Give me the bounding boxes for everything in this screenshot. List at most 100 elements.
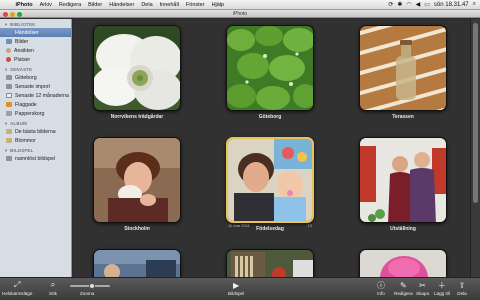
- menu-bilder[interactable]: Bilder: [85, 0, 106, 10]
- menu-arkiv[interactable]: Arkiv: [36, 0, 55, 10]
- event-tile[interactable]: Utställning: [359, 137, 447, 233]
- sidebar-item-last-12-months[interactable]: Senaste 12 månaderna: [0, 91, 71, 100]
- slideshow-button[interactable]: ▶ Bildspel: [228, 280, 245, 297]
- sidebar-item-flowers[interactable]: Blommor: [0, 136, 71, 145]
- close-window-icon[interactable]: [3, 11, 8, 17]
- flag-icon: [6, 102, 12, 107]
- event-tile[interactable]: [226, 249, 314, 277]
- sync-icon[interactable]: ⟳: [388, 1, 393, 8]
- window-titlebar: iPhoto: [0, 10, 480, 18]
- volume-icon[interactable]: ◀: [416, 1, 421, 8]
- fullscreen-label: Helskärmsläge: [2, 291, 33, 296]
- event-tile[interactable]: Norrvikens trädgårdar: [93, 25, 181, 121]
- scrollbar-thumb[interactable]: [473, 23, 478, 203]
- event-tile[interactable]: Födelsedag 11 mar 2011 13: [226, 137, 314, 233]
- menu-extras: ⟳ ✱ ◠ ◀ ▭ sön 18.31.47 ⌕: [388, 1, 480, 8]
- sidebar-item-photos[interactable]: Bilder: [0, 37, 71, 46]
- share-button[interactable]: ⇪ Dela: [457, 280, 467, 297]
- bottom-toolbar: ⤢ Helskärmsläge ⌕ Sök Zooma ▶ Bildspel ⓘ…: [0, 277, 480, 300]
- window-title: iPhoto: [232, 11, 248, 17]
- menu-dela[interactable]: Dela: [138, 0, 156, 10]
- sidebar-item-goteborg[interactable]: Göteborg: [0, 73, 71, 82]
- slideshow-label: Bildspel: [228, 291, 245, 296]
- sidebar-item-trash[interactable]: Papperskorg: [0, 109, 71, 118]
- menu-fonster[interactable]: Fönster: [182, 0, 208, 10]
- event-tile[interactable]: Terassen: [359, 25, 447, 121]
- sidebar-item-faces[interactable]: Ansikten: [0, 46, 71, 55]
- create-button[interactable]: ✂ Skapa: [416, 280, 429, 297]
- grid-scrollbar[interactable]: [470, 19, 480, 277]
- info-label: Info: [377, 291, 385, 296]
- event-thumbnail-selected[interactable]: [226, 137, 314, 223]
- wifi-icon[interactable]: ◠: [406, 1, 411, 8]
- add-to-label: Lägg till: [434, 291, 450, 296]
- edit-button[interactable]: ✎ Redigera: [394, 280, 413, 297]
- bluetooth-icon[interactable]: ✱: [397, 1, 402, 8]
- faces-icon: [6, 48, 11, 53]
- event-thumbnail[interactable]: [359, 249, 447, 277]
- places-icon: [6, 57, 11, 62]
- sidebar-section-recent[interactable]: ▼ SENASTE: [0, 64, 71, 73]
- event-title: Göteborg: [258, 114, 282, 120]
- disclosure-triangle-icon[interactable]: ▼: [4, 121, 8, 126]
- event-thumbnail[interactable]: [93, 25, 181, 111]
- info-button[interactable]: ⓘ Info: [376, 280, 386, 297]
- fullscreen-button[interactable]: ⤢ Helskärmsläge: [2, 280, 32, 296]
- search-button[interactable]: ⌕ Sök: [48, 280, 58, 296]
- event-thumbnail[interactable]: [359, 25, 447, 111]
- menu-hjalp[interactable]: Hjälp: [208, 0, 228, 10]
- event-date: 11 mar 2011: [228, 223, 250, 228]
- event-tile[interactable]: Stockholm: [93, 137, 181, 233]
- fullscreen-icon: ⤢: [13, 280, 21, 289]
- zoom-slider-knob[interactable]: [88, 283, 95, 289]
- disclosure-triangle-icon[interactable]: ▼: [4, 148, 8, 153]
- sidebar-section-slideshows[interactable]: ▼ BILDSPEL: [0, 145, 71, 154]
- spotlight-icon[interactable]: ⌕: [473, 1, 476, 8]
- event-thumbnail[interactable]: [359, 137, 447, 223]
- edit-label: Redigera: [394, 291, 413, 296]
- menu-iphoto[interactable]: iPhoto: [12, 0, 36, 10]
- share-icon: ⇪: [458, 280, 466, 290]
- event-title: Terassen: [392, 114, 414, 120]
- menu-innehall[interactable]: Innehåll: [156, 0, 182, 10]
- event-thumbnail[interactable]: [93, 249, 181, 277]
- zoom-window-icon[interactable]: [17, 11, 22, 17]
- disclosure-triangle-icon[interactable]: ▼: [4, 22, 8, 27]
- album-icon: [6, 129, 12, 134]
- sidebar-section-albums[interactable]: ▼ ALBUM: [0, 118, 71, 127]
- slideshow-icon: [6, 156, 12, 161]
- search-icon: ⌕: [50, 280, 56, 289]
- minimize-window-icon[interactable]: [10, 11, 15, 17]
- battery-icon[interactable]: ▭: [424, 1, 430, 8]
- zoom-slider[interactable]: [70, 283, 110, 289]
- sidebar-item-untitled-slideshow[interactable]: namnlöst bildspel: [0, 154, 71, 163]
- window-controls: [3, 11, 22, 17]
- edit-pencil-icon: ✎: [399, 280, 407, 290]
- info-icon: ⓘ: [377, 280, 385, 290]
- clock-text[interactable]: sön 18.31.47: [434, 2, 469, 8]
- sidebar-item-places[interactable]: Platser: [0, 55, 71, 64]
- event-tile[interactable]: [93, 249, 181, 277]
- sidebar-section-library[interactable]: ▼ BIBLIOTEK: [0, 19, 71, 28]
- event-thumbnail[interactable]: [93, 137, 181, 223]
- event-tile[interactable]: Göteborg: [226, 25, 314, 121]
- add-to-button[interactable]: ＋ Lägg till: [434, 280, 450, 297]
- photos-icon: [6, 39, 12, 44]
- menu-handelser[interactable]: Händelser: [106, 0, 138, 10]
- search-label: Sök: [49, 291, 57, 296]
- sidebar-item-flagged[interactable]: Flaggade: [0, 100, 71, 109]
- play-icon: ▶: [232, 280, 240, 290]
- sidebar: ▼ BIBLIOTEK Händelser Bilder Ansikten Pla…: [0, 19, 72, 277]
- sidebar-item-last-import[interactable]: Senaste import: [0, 82, 71, 91]
- event-title: Norrvikens trädgårdar: [110, 114, 164, 120]
- sidebar-item-best-photos[interactable]: De bästa bilderna: [0, 127, 71, 136]
- event-tile[interactable]: [359, 249, 447, 277]
- menu-redigera[interactable]: Redigera: [55, 0, 84, 10]
- event-thumbnail[interactable]: [226, 25, 314, 111]
- event-photo-count: 13: [307, 223, 312, 228]
- import-icon: [6, 84, 12, 89]
- disclosure-triangle-icon[interactable]: ▼: [4, 67, 8, 72]
- event-thumbnail[interactable]: [226, 249, 314, 277]
- album-icon: [6, 138, 12, 143]
- sidebar-item-events[interactable]: Händelser: [0, 28, 71, 37]
